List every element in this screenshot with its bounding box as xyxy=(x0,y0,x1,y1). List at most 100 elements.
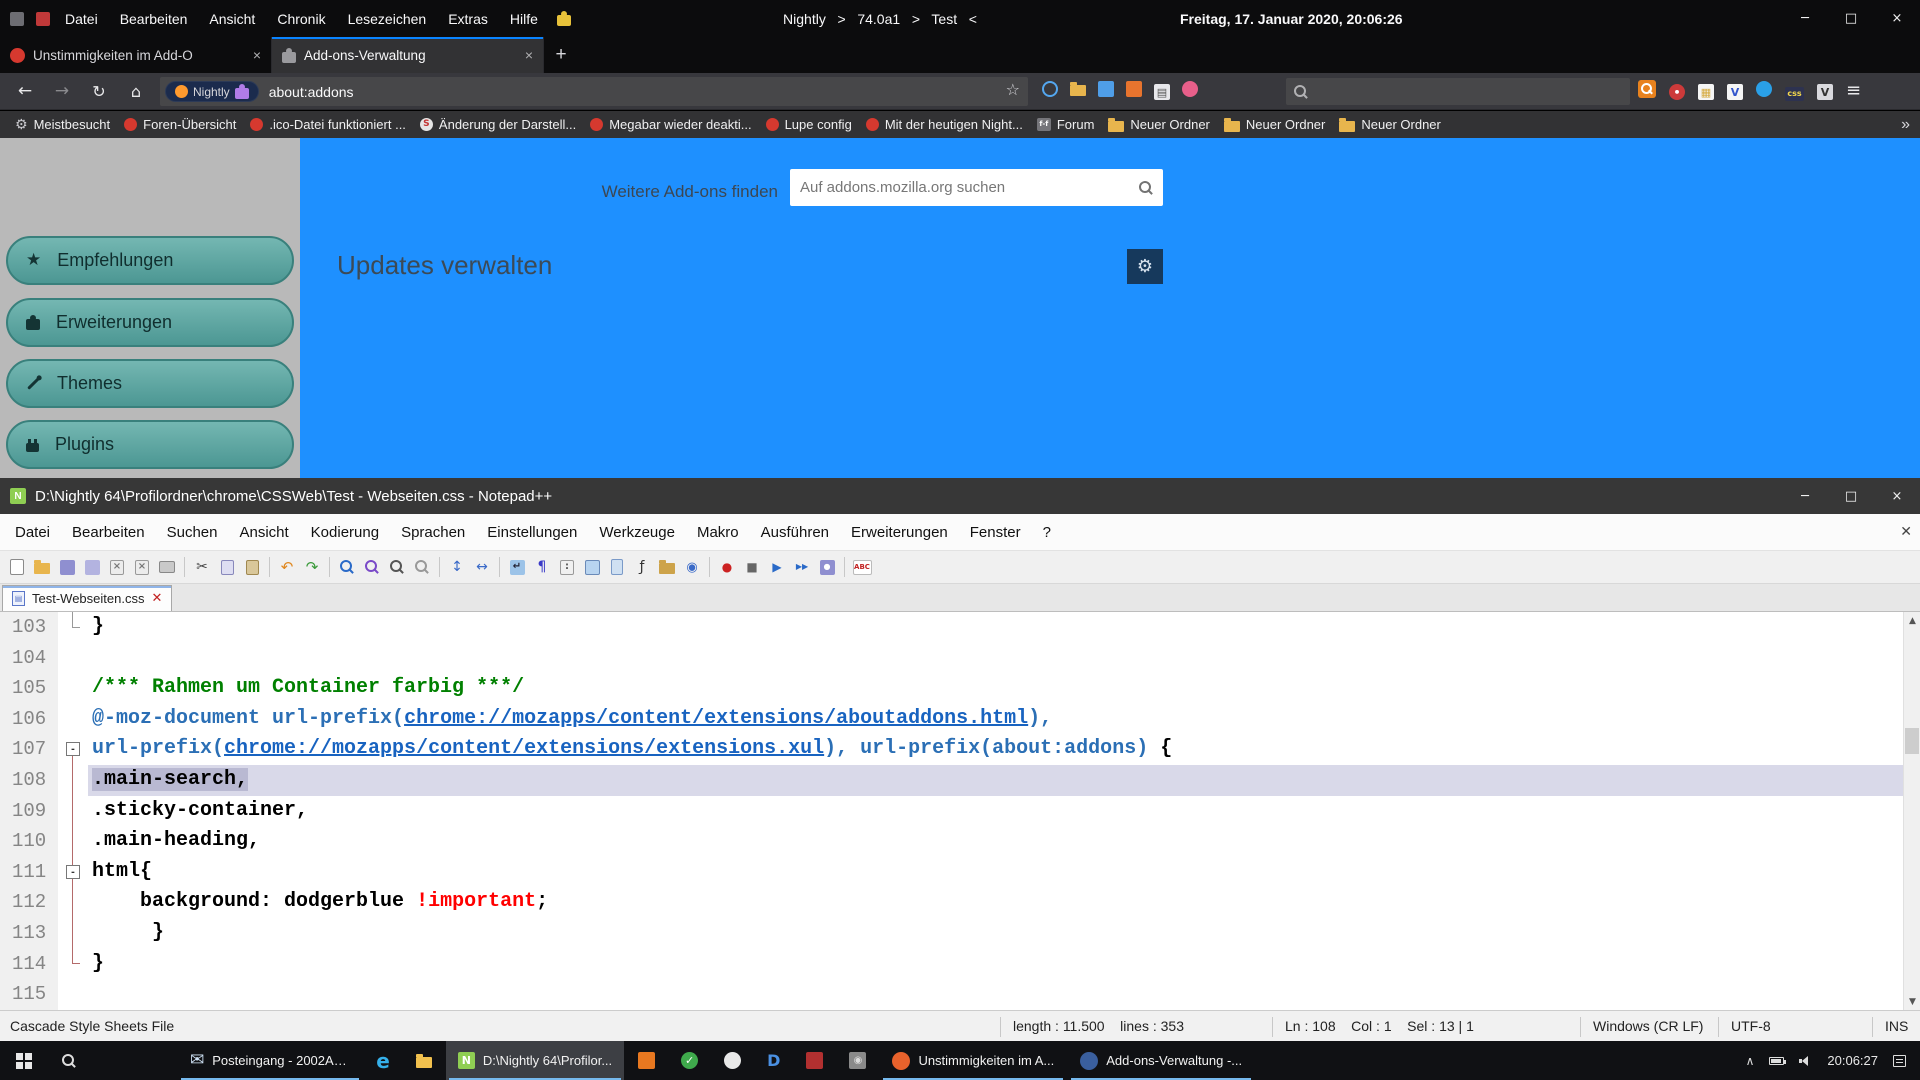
sidebar-item-empfehlungen[interactable]: ★Empfehlungen xyxy=(6,236,294,285)
taskbar-firefox-blue-button[interactable]: Add-ons-Verwaltung -... xyxy=(1068,1041,1254,1080)
addons-search-field[interactable] xyxy=(790,169,1163,206)
toolbar-run-macro-multiple-button[interactable]: ▶▶ xyxy=(791,555,813,579)
toolbar-cut-button[interactable]: ✂ xyxy=(191,555,213,579)
bookmark-mit-der-heutigen-night[interactable]: Mit der heutigen Night... xyxy=(859,114,1030,136)
toolbar-play-macro-button[interactable]: ▶ xyxy=(766,555,788,579)
reload-button[interactable]: ↻ xyxy=(84,77,114,106)
editor-line-111[interactable]: 111-html{ xyxy=(0,857,1920,888)
firefox-menu-chronik[interactable]: Chronik xyxy=(266,11,336,27)
taskbar-search-button[interactable] xyxy=(48,1041,90,1080)
toolbar-extension-3-button[interactable] xyxy=(1098,81,1114,102)
toolbar-record-macro-button[interactable]: ● xyxy=(716,555,738,579)
browser-tab-1[interactable]: Unstimmigkeiten im Add-O× xyxy=(0,37,272,73)
toolbar-spell-check-button[interactable]: ABC xyxy=(851,555,873,579)
toolbar-word-wrap-button[interactable]: ↵ xyxy=(506,555,528,579)
taskbar-camera-app-button[interactable]: ◉ xyxy=(837,1041,878,1080)
toolbar-file-browser-button[interactable] xyxy=(656,555,678,579)
toolbar-print-button[interactable] xyxy=(156,555,178,579)
npp-menu-einstellungen[interactable]: Einstellungen xyxy=(476,524,588,541)
editor-line-108[interactable]: 108.main-search, xyxy=(0,765,1920,796)
npp-menu-erweiterungen[interactable]: Erweiterungen xyxy=(840,524,959,541)
toolbar-new-file-button[interactable] xyxy=(6,555,28,579)
toolbar-v-badge-2-button[interactable]: V xyxy=(1817,83,1833,101)
toolbar-redo-button[interactable]: ↷ xyxy=(301,555,323,579)
toolbar-stop-macro-button[interactable]: ■ xyxy=(741,555,763,579)
toolbar-extension-1-button[interactable] xyxy=(1042,81,1058,102)
bookmark-lupe-config[interactable]: Lupe config xyxy=(759,114,859,136)
firefox-menu-bearbeiten[interactable]: Bearbeiten xyxy=(109,11,199,27)
taskbar-blue-d-app-button[interactable]: D xyxy=(755,1041,792,1080)
notepadpp-maximize-button[interactable]: □ xyxy=(1828,478,1874,515)
editor-line-115[interactable]: 115 xyxy=(0,979,1920,1010)
taskbar-red-app-button[interactable] xyxy=(794,1041,835,1080)
tab-close-icon[interactable]: × xyxy=(525,47,533,63)
toolbar-doc-map-button[interactable] xyxy=(606,555,628,579)
editor-line-107[interactable]: 107-url-prefix(chrome://mozapps/content/… xyxy=(0,734,1920,765)
fold-margin[interactable]: - xyxy=(58,734,88,765)
toolbar-find-button[interactable] xyxy=(336,555,358,579)
toolbar-extension-4-button[interactable] xyxy=(1126,81,1142,102)
sidebar-item-themes[interactable]: Themes xyxy=(6,359,294,408)
bookmark-neuer-ordner[interactable]: Neuer Ordner xyxy=(1217,114,1332,136)
status-insert-mode[interactable]: INS xyxy=(1872,1017,1908,1037)
new-tab-button[interactable]: + xyxy=(544,37,578,73)
toolbar-extension-6-button[interactable] xyxy=(1182,81,1198,102)
npp-menu-bearbeiten[interactable]: Bearbeiten xyxy=(61,524,156,541)
toolbar-paste-button[interactable] xyxy=(241,555,263,579)
toolbar-replace-button[interactable] xyxy=(361,555,383,579)
toolbar-copy-button[interactable] xyxy=(216,555,238,579)
editor-line-110[interactable]: 110.main-heading, xyxy=(0,826,1920,857)
firefox-menu-ansicht[interactable]: Ansicht xyxy=(198,11,266,27)
bookmark-megabar-wieder-deakti[interactable]: Megabar wieder deakti... xyxy=(583,114,758,136)
npp-menu-ansicht[interactable]: Ansicht xyxy=(228,524,299,541)
code-editor[interactable]: 103}104105/*** Rahmen um Container farbi… xyxy=(0,612,1920,1010)
taskbar-notepadpp-button[interactable]: ND:\Nightly 64\Profilor... xyxy=(446,1041,624,1080)
npp-menu-ausf-hren[interactable]: Ausführen xyxy=(750,524,840,541)
npp-menu-kodierung[interactable]: Kodierung xyxy=(300,524,390,541)
firefox-menu-hilfe[interactable]: Hilfe xyxy=(499,11,549,27)
toolbar-show-all-characters-button[interactable]: ¶ xyxy=(531,555,553,579)
firefox-menu-datei[interactable]: Datei xyxy=(54,11,109,27)
firefox-minimize-button[interactable]: ─ xyxy=(1782,0,1828,37)
editor-line-105[interactable]: 105/*** Rahmen um Container farbig ***/ xyxy=(0,673,1920,704)
toolbar-v-badge-button[interactable]: V xyxy=(1727,83,1743,101)
scrollbar-thumb[interactable] xyxy=(1905,728,1919,754)
taskbar-file-explorer-button[interactable] xyxy=(404,1041,444,1080)
toolbar-close-file-button[interactable]: × xyxy=(106,555,128,579)
toolbar-emoji-picker-button[interactable]: ▦ xyxy=(1698,83,1714,101)
sidebar-item-erweiterungen[interactable]: Erweiterungen xyxy=(6,298,294,347)
addons-search-input[interactable] xyxy=(800,179,1139,196)
notepadpp-minimize-button[interactable]: ─ xyxy=(1782,478,1828,515)
toolbar-zoom-in-button[interactable] xyxy=(386,555,408,579)
scroll-up-icon[interactable]: ▲ xyxy=(1904,612,1920,629)
url-bar[interactable]: Nightly about:addons ☆ xyxy=(160,77,1028,106)
npp-menu-datei[interactable]: Datei xyxy=(4,524,61,541)
toolbar-indent-guide-button[interactable]: : xyxy=(556,555,578,579)
scroll-down-icon[interactable]: ▼ xyxy=(1904,993,1920,1010)
status-eol-format[interactable]: Windows (CR LF) xyxy=(1580,1017,1703,1037)
npp-menu-makro[interactable]: Makro xyxy=(686,524,750,541)
notepadpp-close-button[interactable]: × xyxy=(1874,478,1920,515)
npp-menu-suchen[interactable]: Suchen xyxy=(156,524,229,541)
toolbar-sync-vertical-button[interactable]: ↕ xyxy=(446,555,468,579)
editor-line-109[interactable]: 109.sticky-container, xyxy=(0,796,1920,827)
taskbar-edge-button[interactable]: e xyxy=(364,1041,402,1080)
bookmark-foren-bersicht[interactable]: Foren-Übersicht xyxy=(117,114,243,136)
menubar-close-icon[interactable]: ✕ xyxy=(1900,524,1912,540)
taskbar-firefox-red-button[interactable]: Unstimmigkeiten im A... xyxy=(880,1041,1066,1080)
toolbar-extension-2-button[interactable] xyxy=(1070,82,1086,101)
firefox-menu-lesezeichen[interactable]: Lesezeichen xyxy=(337,11,438,27)
toolbar-function-list-button[interactable]: ƒ xyxy=(631,555,653,579)
toolbar-save-button[interactable] xyxy=(56,555,78,579)
taskbar-mail-button[interactable]: ✉Posteingang - 2002An... xyxy=(178,1041,362,1080)
toolbar-search-addon-button[interactable] xyxy=(1638,80,1656,103)
fold-collapse-icon[interactable]: - xyxy=(66,865,80,879)
npp-menu-sprachen[interactable]: Sprachen xyxy=(390,524,476,541)
toolbar-monitoring-button[interactable]: ◉ xyxy=(681,555,703,579)
bookmark-star-icon[interactable]: ☆ xyxy=(1006,82,1020,98)
toolbar-user-language-button[interactable] xyxy=(581,555,603,579)
sidebar-item-plugins[interactable]: Plugins xyxy=(6,420,294,469)
firefox-menu-extras[interactable]: Extras xyxy=(437,11,499,27)
taskbar-orange-app-button[interactable] xyxy=(626,1041,667,1080)
fold-collapse-icon[interactable]: - xyxy=(66,742,80,756)
